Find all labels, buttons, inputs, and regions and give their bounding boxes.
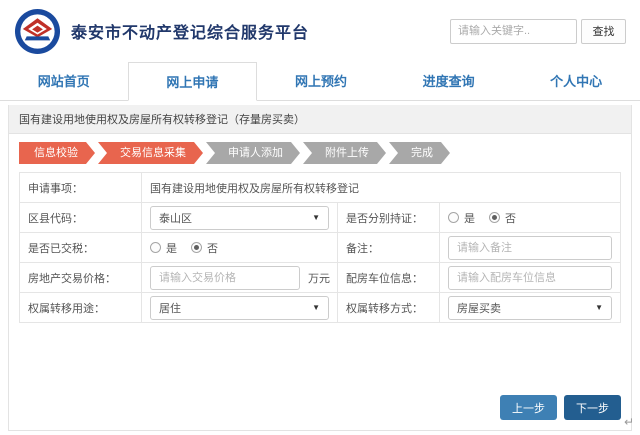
transfer-method-label: 权属转移方式： [338,293,440,323]
separate-cert-no-radio[interactable] [489,212,500,223]
transaction-form: 申请事项： 国有建设用地使用权及房屋所有权转移登记 区县代码： 泰山区 ▼ 是否… [19,172,621,323]
search-button[interactable]: 查找 [581,19,626,44]
next-step-button[interactable]: 下一步 [564,395,621,420]
site-logo-icon [14,8,61,55]
dropdown-caret-icon: ▼ [595,303,603,312]
tax-paid-label: 是否已交税： [20,233,142,263]
dropdown-caret-icon: ▼ [312,213,320,222]
tax-paid-radio-group: 是 否 [150,240,329,256]
transfer-method-value: 房屋买卖 [457,300,501,316]
district-code-label: 区县代码： [20,203,142,233]
tax-paid-no-radio[interactable] [191,242,202,253]
price-unit-label: 万元 [308,270,330,286]
main-nav: 网站首页 网上申请 网上预约 进度查询 个人中心 [0,62,640,101]
step-wizard: 信息校验 交易信息采集 申请人添加 附件上传 完成 [9,134,631,166]
remark-input[interactable] [448,236,612,260]
remark-label: 备注： [338,233,440,263]
step-attachment-upload[interactable]: 附件上传 [303,142,386,164]
step-complete[interactable]: 完成 [389,142,450,164]
breadcrumb: 国有建设用地使用权及房屋所有权转移登记（存量房买卖） [9,105,631,134]
table-row: 区县代码： 泰山区 ▼ 是否分别持证： 是 否 [20,203,621,233]
step-transaction-info[interactable]: 交易信息采集 [98,142,203,164]
separate-cert-no-label: 否 [505,210,516,226]
page-header: 泰安市不动产登记综合服务平台 查找 [0,0,640,62]
content-panel: 国有建设用地使用权及房屋所有权转移登记（存量房买卖） 信息校验 交易信息采集 申… [8,105,632,431]
table-row: 是否已交税： 是 否 备注： [20,233,621,263]
transfer-method-select[interactable]: 房屋买卖 ▼ [448,296,612,320]
application-item-label: 申请事项： [20,173,142,203]
prev-step-button[interactable]: 上一步 [500,395,557,420]
search-input[interactable] [450,19,577,44]
district-code-value: 泰山区 [159,210,192,226]
breadcrumb-text: 国有建设用地使用权及房屋所有权转移登记（存量房买卖） [19,114,305,126]
transfer-usage-value: 居住 [159,300,181,316]
separate-cert-yes-label: 是 [464,210,475,226]
separate-cert-radio-group: 是 否 [448,210,612,226]
table-row: 权属转移用途： 居住 ▼ 权属转移方式： 房屋买卖 ▼ [20,293,621,323]
step-add-applicant[interactable]: 申请人添加 [206,142,300,164]
tab-personal-center[interactable]: 个人中心 [512,62,640,100]
page-title: 泰安市不动产登记综合服务平台 [71,19,309,43]
parking-info-label: 配房车位信息： [338,263,440,293]
transfer-usage-label: 权属转移用途： [20,293,142,323]
tax-paid-yes-label: 是 [166,240,177,256]
transaction-price-input[interactable] [150,266,300,290]
application-item-value: 国有建设用地使用权及房屋所有权转移登记 [142,173,621,203]
parking-info-input[interactable] [448,266,612,290]
search-area: 查找 [450,19,626,44]
table-row: 申请事项： 国有建设用地使用权及房屋所有权转移登记 [20,173,621,203]
table-row: 房地产交易价格： 万元 配房车位信息： [20,263,621,293]
footer-actions: 上一步 下一步 [500,395,621,420]
return-mark: ↵ [624,415,634,429]
district-code-select[interactable]: 泰山区 ▼ [150,206,329,230]
tab-online-reservation[interactable]: 网上预约 [257,62,385,100]
transfer-usage-select[interactable]: 居住 ▼ [150,296,329,320]
step-info-verification[interactable]: 信息校验 [19,142,95,164]
tab-progress-query[interactable]: 进度查询 [385,62,513,100]
tax-paid-no-label: 否 [207,240,218,256]
tab-online-application[interactable]: 网上申请 [128,62,258,101]
dropdown-caret-icon: ▼ [312,303,320,312]
transaction-price-label: 房地产交易价格： [20,263,142,293]
separate-cert-yes-radio[interactable] [448,212,459,223]
separate-cert-label: 是否分别持证： [338,203,440,233]
tab-home[interactable]: 网站首页 [0,62,128,100]
tax-paid-yes-radio[interactable] [150,242,161,253]
